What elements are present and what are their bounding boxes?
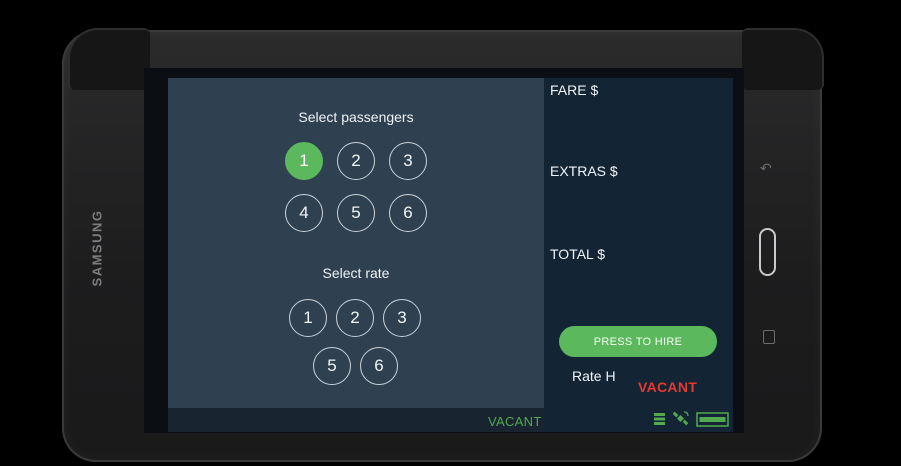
vacant-status-red: VACANT [638,379,698,395]
select-rate-title: Select rate [322,265,390,281]
total-label: TOTAL $ [550,246,605,262]
extras-label: EXTRAS $ [550,163,618,179]
case-bumper-right [742,28,824,90]
rate-status-text: Rate H [572,368,616,384]
passenger-option-1[interactable]: 1 [285,142,323,180]
recent-apps-icon[interactable] [763,330,775,344]
passenger-option-3[interactable]: 3 [389,142,427,180]
passenger-option-5[interactable]: 5 [337,194,375,232]
device-brand-logo: SAMSUNG [89,209,105,287]
fare-label: FARE $ [550,82,599,98]
printer-icon [696,412,729,427]
select-passengers-title: Select passengers [298,109,414,125]
passenger-option-4[interactable]: 4 [285,194,323,232]
selection-panel [168,78,544,408]
case-bumper-left [68,28,150,90]
rate-option-3[interactable]: 3 [383,299,421,337]
rate-option-1[interactable]: 1 [289,299,327,337]
back-key-icon[interactable]: ↶ [760,160,772,177]
home-button[interactable] [759,228,776,276]
press-to-hire-button[interactable]: PRESS TO HIRE [559,326,717,357]
satellite-icon [672,411,689,426]
rate-option-5[interactable]: 5 [313,347,351,385]
passenger-option-2[interactable]: 2 [337,142,375,180]
rate-option-6[interactable]: 6 [360,347,398,385]
rate-option-2[interactable]: 2 [336,299,374,337]
vacant-status-green: VACANT [488,414,542,429]
passenger-option-6[interactable]: 6 [389,194,427,232]
server-icon [654,413,665,425]
